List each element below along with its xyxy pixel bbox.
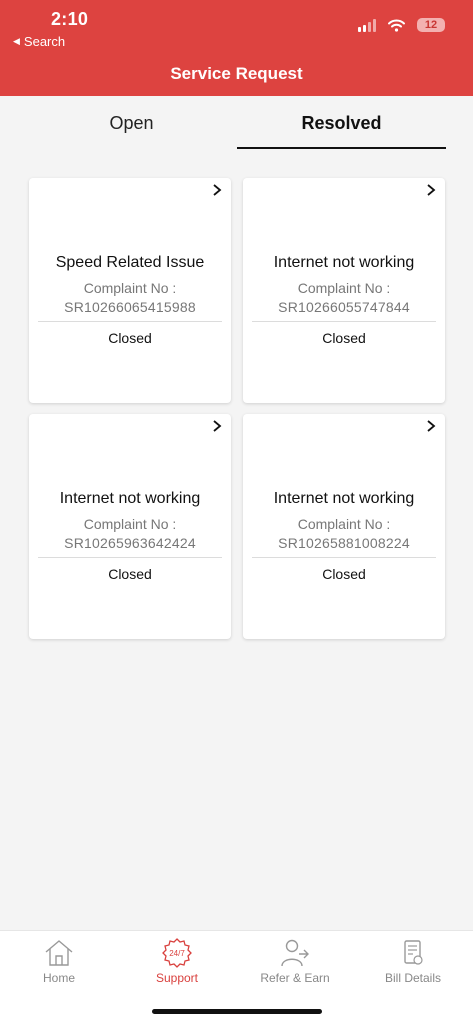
- chevron-right-icon: [213, 420, 222, 432]
- complaint-card[interactable]: Internet not working Complaint No : SR10…: [243, 414, 445, 639]
- complaint-label: Complaint No :: [83, 516, 177, 532]
- chevron-right-icon: [427, 184, 436, 196]
- complaint-number: SR10266065415988: [64, 299, 196, 315]
- nav-bill-details[interactable]: Bill Details: [354, 931, 472, 995]
- app-header: 2:10 ◀ Search 12 Service Request: [0, 0, 473, 96]
- nav-home[interactable]: Home: [0, 931, 118, 995]
- complaint-title: Internet not working: [273, 490, 415, 507]
- nav-refer-label: Refer & Earn: [260, 971, 330, 985]
- complaint-status: Closed: [108, 330, 152, 346]
- back-triangle-icon: ◀: [13, 36, 20, 46]
- nav-bill-label: Bill Details: [384, 971, 441, 985]
- complaint-title: Speed Related Issue: [55, 254, 205, 271]
- complaint-number: SR10266055747844: [278, 299, 410, 315]
- card-divider: [252, 557, 436, 558]
- complaint-card[interactable]: Speed Related Issue Complaint No : SR102…: [29, 178, 231, 403]
- complaint-label: Complaint No :: [297, 516, 391, 532]
- tab-open[interactable]: Open: [28, 96, 235, 150]
- status-time: 2:10: [51, 9, 89, 29]
- svg-text:24/7: 24/7: [169, 949, 185, 958]
- complaint-status: Closed: [108, 566, 152, 582]
- complaint-status: Closed: [322, 330, 366, 346]
- page-title: Service Request: [170, 64, 303, 83]
- complaint-status: Closed: [322, 566, 366, 582]
- cellular-signal-icon: [358, 18, 376, 32]
- nav-support-label: Support: [155, 971, 199, 985]
- card-divider: [252, 321, 436, 322]
- complaint-title: Internet not working: [273, 254, 415, 271]
- home-icon: [45, 940, 73, 966]
- nav-refer-earn[interactable]: Refer & Earn: [236, 931, 354, 995]
- nav-home-label: Home: [42, 971, 75, 985]
- complaint-label: Complaint No :: [297, 280, 391, 296]
- complaint-card[interactable]: Internet not working Complaint No : SR10…: [29, 414, 231, 639]
- status-icons: 12: [358, 18, 445, 32]
- tab-resolved[interactable]: Resolved: [237, 96, 446, 150]
- complaint-card[interactable]: Internet not working Complaint No : SR10…: [243, 178, 445, 403]
- chevron-right-icon: [427, 420, 436, 432]
- complaint-number: SR10265963642424: [64, 535, 196, 551]
- nav-support[interactable]: 24/7 Support: [118, 931, 236, 995]
- back-search-label: Search: [23, 34, 66, 49]
- wifi-icon: [388, 19, 405, 32]
- card-divider: [38, 321, 222, 322]
- home-indicator: [152, 1009, 322, 1014]
- bill-icon: [404, 940, 423, 965]
- back-to-search-link[interactable]: ◀ Search: [13, 34, 65, 49]
- complaint-number: SR10265881008224: [278, 535, 410, 551]
- card-divider: [38, 557, 222, 558]
- active-tab-underline: [237, 147, 446, 149]
- complaint-label: Complaint No :: [83, 280, 177, 296]
- support-24-7-icon: 24/7: [162, 938, 192, 968]
- battery-indicator: 12: [417, 18, 445, 32]
- refer-user-icon: [281, 939, 309, 967]
- chevron-right-icon: [213, 184, 222, 196]
- request-tabs: Open Resolved: [0, 96, 473, 152]
- complaint-title: Internet not working: [59, 490, 201, 507]
